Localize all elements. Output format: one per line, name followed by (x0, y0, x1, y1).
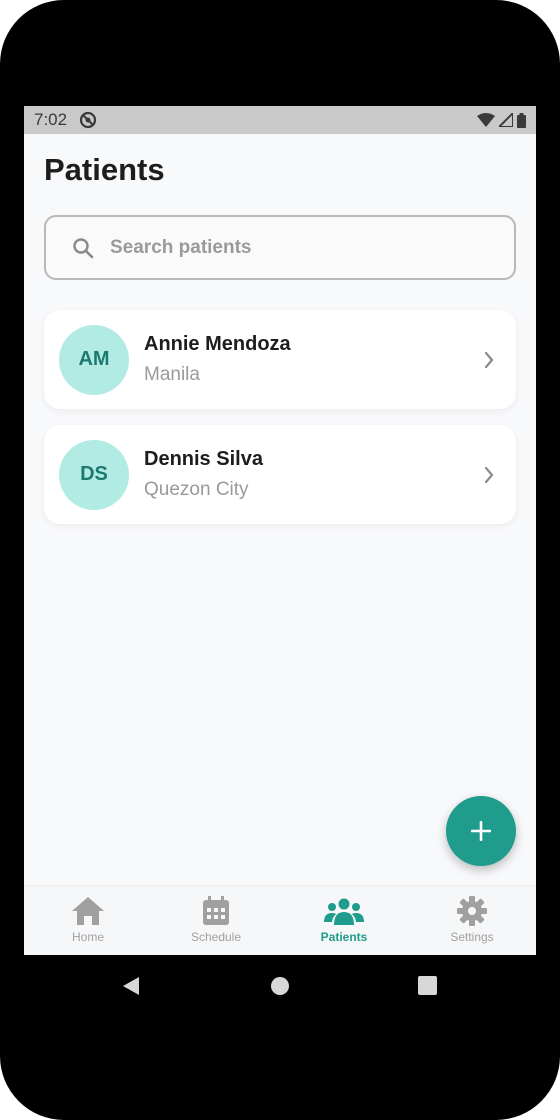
nav-item-settings[interactable]: Settings (408, 886, 536, 955)
home-icon (72, 897, 104, 925)
search-icon (73, 237, 94, 258)
people-icon (324, 898, 364, 925)
patient-city: Manila (144, 364, 200, 385)
recents-icon[interactable] (418, 976, 437, 995)
home-circle-icon[interactable] (270, 976, 290, 996)
add-patient-button[interactable] (446, 796, 516, 866)
wifi-icon (477, 113, 495, 127)
app-screen: 7:02 Patients Search patients AM Annie M… (24, 106, 536, 955)
back-icon[interactable] (121, 976, 141, 996)
nav-item-schedule[interactable]: Schedule (152, 886, 280, 955)
battery-icon (517, 112, 526, 128)
nav-label: Schedule (190, 930, 242, 944)
calendar-icon (203, 896, 229, 925)
patient-city: Quezon City (144, 479, 249, 500)
signal-icon (499, 113, 513, 127)
avatar: DS (59, 439, 129, 510)
patient-name: Annie Mendoza (144, 333, 291, 355)
nav-label: Settings (450, 930, 494, 944)
patient-name: Dennis Silva (144, 448, 263, 470)
plus-icon (471, 821, 491, 841)
system-navigation-bar (0, 955, 560, 1015)
page-title: Patients (44, 152, 165, 187)
gear-icon (457, 896, 487, 926)
patient-card[interactable]: DS Dennis Silva Quezon City (44, 425, 516, 524)
avatar: AM (59, 324, 129, 395)
sync-icon (79, 111, 97, 129)
nav-item-home[interactable]: Home (24, 886, 152, 955)
chevron-right-icon (484, 351, 494, 368)
chevron-right-icon (484, 466, 494, 483)
status-time: 7:02 (34, 110, 68, 129)
nav-item-patients[interactable]: Patients (280, 886, 408, 955)
nav-label: Patients (320, 930, 368, 944)
patient-card[interactable]: AM Annie Mendoza Manila (44, 310, 516, 409)
search-input[interactable] (108, 235, 492, 260)
bottom-navigation: Home Schedule Patients Settings (24, 885, 536, 955)
nav-label: Home (71, 930, 104, 944)
status-bar: 7:02 (24, 106, 536, 134)
search-field[interactable] (44, 215, 516, 280)
phone-frame: 7:02 Patients Search patients AM Annie M… (0, 0, 560, 1120)
